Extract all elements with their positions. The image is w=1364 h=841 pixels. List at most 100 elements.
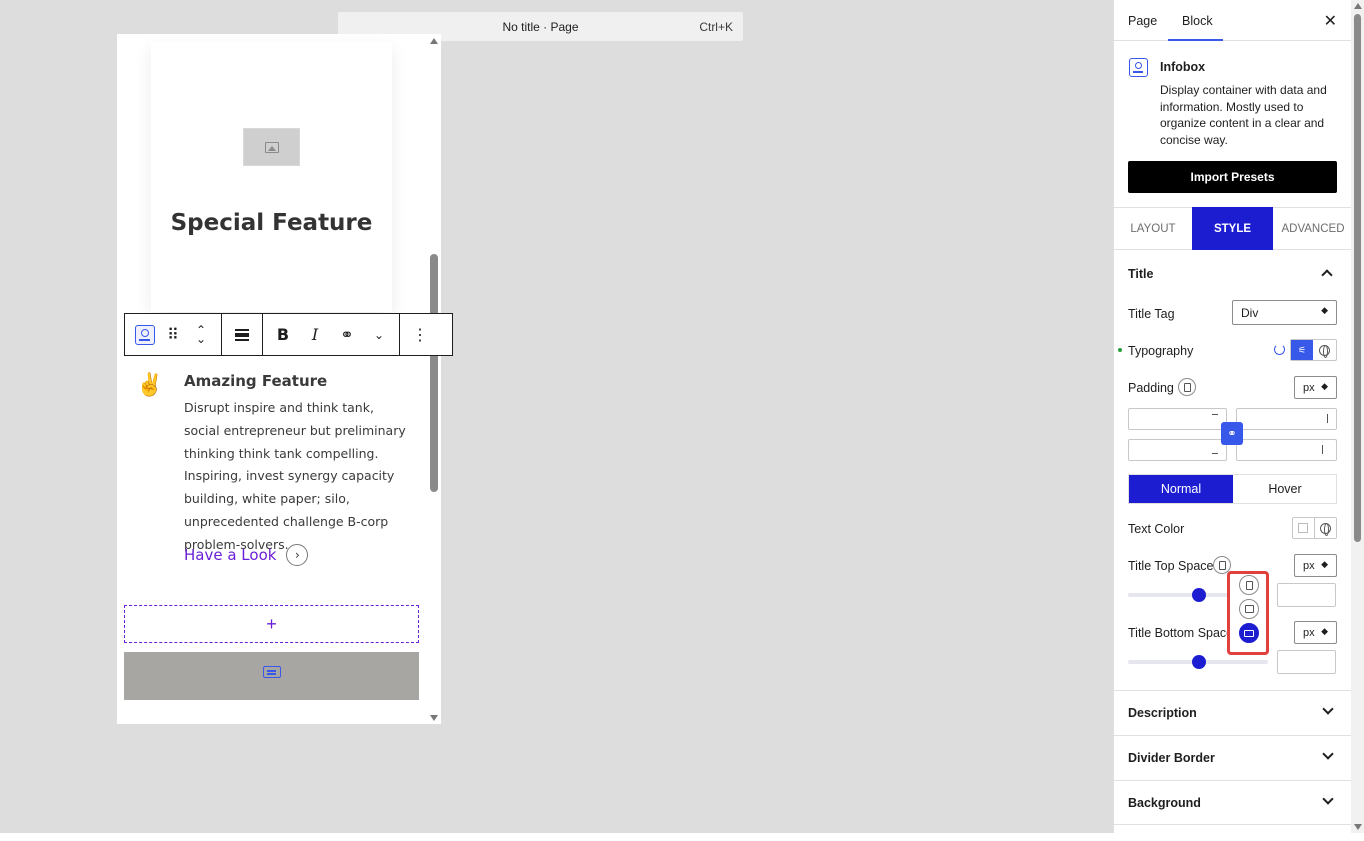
padding-unit-select[interactable]: px ◆ — [1294, 376, 1337, 399]
select-arrow-icon: ◆ — [1321, 559, 1328, 569]
modified-indicator — [1118, 348, 1122, 352]
block-card: Infobox Display container with data and … — [1114, 41, 1351, 208]
feature-card[interactable]: Special Feature — [151, 42, 392, 312]
canvas-scroll-down[interactable] — [430, 715, 438, 721]
sidebar-scroll-thumb[interactable] — [1354, 14, 1361, 542]
import-presets-button[interactable]: Import Presets — [1128, 161, 1337, 193]
bold-button[interactable]: B — [269, 320, 297, 350]
padding-bottom-input[interactable] — [1128, 439, 1227, 461]
device-desktop-icon[interactable] — [1239, 623, 1259, 643]
state-hover-button[interactable]: Hover — [1233, 475, 1337, 503]
tab-advanced[interactable]: ADVANCED — [1273, 207, 1351, 250]
style-tabs: LAYOUT STYLE ADVANCED — [1114, 207, 1351, 250]
chevron-up-icon[interactable] — [1321, 269, 1333, 281]
divider-border-section-heading[interactable]: Divider Border — [1128, 751, 1215, 765]
title-top-space-label: Title Top Space — [1128, 559, 1214, 573]
link-values-icon[interactable]: ⚭ — [1221, 422, 1243, 445]
chevron-down-icon[interactable] — [1322, 748, 1334, 760]
align-button[interactable] — [228, 320, 256, 350]
slider-handle[interactable] — [1192, 655, 1206, 669]
device-glyph — [1245, 580, 1253, 590]
description-section[interactable]: Description — [1114, 690, 1351, 735]
global-color-button[interactable] — [1315, 518, 1336, 538]
document-title: No title · Page — [502, 20, 579, 34]
title-section-heading[interactable]: Title — [1128, 267, 1153, 281]
side-bottom-icon — [1212, 445, 1218, 454]
feature-title[interactable]: Amazing Feature — [184, 372, 327, 390]
sidebar-scrollbar[interactable] — [1351, 0, 1364, 833]
sidebar-tabs: Page Block ✕ — [1114, 0, 1351, 41]
chevron-down-icon[interactable] — [1322, 793, 1334, 805]
typography-settings-icon[interactable]: ⚟ — [1291, 340, 1313, 360]
padding-left-input[interactable] — [1236, 439, 1337, 461]
device-tablet-icon[interactable] — [1239, 599, 1259, 619]
bottom-space-input[interactable] — [1277, 650, 1336, 674]
bottom-space-slider[interactable] — [1128, 655, 1268, 669]
image-placeholder[interactable] — [243, 128, 300, 166]
title-tag-select[interactable]: Div ◆ — [1232, 300, 1337, 325]
globe-icon — [1319, 522, 1331, 536]
select-arrow-icon: ◆ — [1321, 305, 1328, 315]
device-glyph — [1183, 382, 1191, 392]
image-icon — [265, 142, 279, 153]
close-icon[interactable]: ✕ — [1324, 11, 1337, 31]
bottom-space-unit-select[interactable]: px ◆ — [1294, 621, 1337, 644]
chevron-down-icon[interactable] — [1322, 703, 1334, 715]
bottom-strip — [0, 833, 1364, 841]
victory-hand-icon: ✌ — [136, 372, 164, 397]
block-name: Infobox — [1160, 60, 1206, 74]
background-section[interactable]: Background — [1114, 780, 1351, 825]
settings-sidebar: Page Block ✕ Infobox Display container w… — [1113, 0, 1351, 833]
typography-controls: ⚟ — [1290, 339, 1337, 361]
reset-icon[interactable] — [1274, 344, 1285, 355]
state-toggle: Normal Hover — [1128, 474, 1337, 504]
feature-description[interactable]: Disrupt inspire and think tank, social e… — [184, 397, 406, 557]
device-mobile-icon[interactable] — [1239, 575, 1259, 595]
link-icon[interactable]: ⚭ — [333, 320, 361, 350]
side-left-icon — [1322, 445, 1328, 454]
feature-link[interactable]: Have a Look › — [184, 544, 309, 566]
color-swatch[interactable] — [1293, 518, 1315, 538]
placeholder-block[interactable] — [124, 652, 419, 700]
align-icon — [235, 328, 249, 341]
empty-swatch-icon — [1298, 523, 1309, 533]
chat-icon — [262, 666, 281, 678]
top-space-input[interactable] — [1277, 583, 1336, 607]
divider-border-section[interactable]: Divider Border — [1114, 735, 1351, 780]
slider-handle[interactable] — [1192, 588, 1206, 602]
block-description: Display container with data and informat… — [1160, 83, 1327, 147]
italic-button[interactable]: I — [301, 320, 329, 350]
tab-page[interactable]: Page — [1128, 14, 1157, 28]
more-options-icon[interactable]: ⋮ — [406, 320, 434, 350]
move-up-down-icon[interactable]: ⌃ ⌄ — [187, 320, 215, 350]
tab-layout[interactable]: LAYOUT — [1114, 207, 1192, 250]
device-desktop-icon[interactable] — [1178, 378, 1196, 396]
tab-block[interactable]: Block — [1182, 14, 1213, 28]
tab-style[interactable]: STYLE — [1192, 207, 1273, 250]
padding-unit-value: px — [1303, 382, 1315, 394]
device-glyph — [1244, 629, 1254, 637]
text-color-label: Text Color — [1128, 522, 1185, 536]
scroll-up-icon[interactable] — [1354, 3, 1362, 9]
canvas-scroll-up[interactable] — [430, 38, 438, 44]
global-icon[interactable] — [1313, 340, 1335, 360]
drag-handle-icon[interactable]: ⠿ — [159, 320, 187, 350]
infobox-icon — [1129, 58, 1148, 77]
state-normal-button[interactable]: Normal — [1129, 475, 1233, 503]
padding-top-input[interactable] — [1128, 408, 1227, 430]
scroll-down-icon[interactable] — [1354, 824, 1362, 830]
background-section-heading[interactable]: Background — [1128, 796, 1201, 810]
feature-link-label[interactable]: Have a Look — [184, 546, 276, 564]
block-type-button[interactable] — [131, 320, 159, 350]
block-appender[interactable]: + — [124, 605, 419, 643]
chevron-down-icon[interactable]: ⌄ — [365, 320, 393, 350]
description-section-heading[interactable]: Description — [1128, 706, 1197, 720]
text-color-picker — [1292, 517, 1337, 539]
canvas-scrollbar[interactable] — [430, 254, 438, 492]
device-glyph — [1244, 605, 1254, 613]
top-space-unit-select[interactable]: px ◆ — [1294, 554, 1337, 577]
card-heading[interactable]: Special Feature — [151, 210, 392, 236]
padding-right-input[interactable] — [1236, 408, 1337, 430]
title-tag-label: Title Tag — [1128, 307, 1175, 321]
top-space-unit-value: px — [1303, 560, 1315, 572]
